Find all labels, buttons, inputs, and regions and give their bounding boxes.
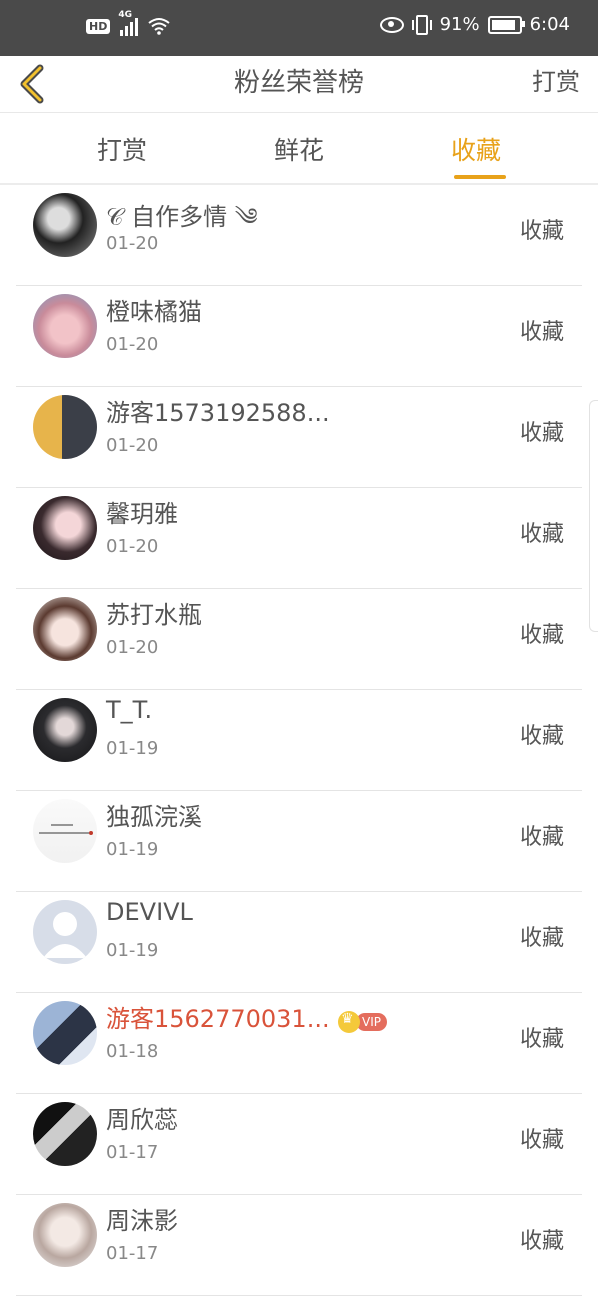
status-right: 91% 6:04 (379, 14, 570, 35)
action-label: 收藏 (519, 926, 564, 951)
action-label: 收藏 (519, 825, 564, 850)
list-item[interactable]: 苏打水瓶 01-20 收藏 (0, 589, 598, 690)
avatar[interactable] (33, 900, 97, 964)
status-bar: HD 4G 91% 6:04 (0, 0, 598, 56)
action-label: 收藏 (519, 320, 564, 345)
user-name: DEVIVL (106, 898, 193, 926)
avatar[interactable] (33, 193, 97, 257)
action-label: 收藏 (519, 421, 564, 446)
vip-label: VIP (356, 1013, 387, 1031)
avatar[interactable] (33, 395, 97, 459)
scroll-indicator (589, 400, 598, 632)
hd-badge: HD (86, 18, 111, 34)
avatar[interactable] (33, 1102, 97, 1166)
action-label: 收藏 (519, 724, 564, 749)
date-label: 01-20 (106, 233, 159, 254)
action-label: 收藏 (519, 623, 564, 648)
user-name: 周沫影 (106, 1207, 178, 1235)
avatar[interactable] (33, 799, 97, 863)
tab-label: 鲜花 (273, 136, 324, 165)
clock: 6:04 (529, 14, 570, 35)
tab-favorites[interactable]: 收藏 (416, 131, 536, 179)
date-label: 01-17 (106, 1142, 159, 1163)
action-label: 收藏 (519, 219, 564, 244)
active-tab-indicator (454, 175, 506, 179)
eye-comfort-icon (379, 16, 404, 33)
vip-badge: VIP (338, 1011, 387, 1033)
action-label: 收藏 (519, 522, 564, 547)
list-item[interactable]: 馨玥雅 01-20 收藏 (0, 488, 598, 589)
avatar[interactable] (33, 496, 97, 560)
date-label: 01-20 (106, 637, 159, 658)
list-item[interactable]: T_T. 01-19 收藏 (0, 690, 598, 791)
list-item[interactable]: 周沫影 01-17 收藏 (0, 1195, 598, 1296)
user-name: T_T. (106, 696, 153, 724)
vibrate-icon (411, 14, 432, 35)
battery-percent: 91% (439, 14, 480, 35)
user-name: 橙味橘猫 (106, 298, 202, 326)
avatar[interactable] (33, 698, 97, 762)
tab-bar: 打赏 鲜花 收藏 (0, 113, 598, 185)
date-label: 01-20 (106, 536, 159, 557)
date-label: 01-19 (106, 940, 159, 961)
tab-flowers[interactable]: 鲜花 (239, 131, 359, 167)
user-name: 游客1573192588... (106, 399, 330, 427)
date-label: 01-20 (106, 334, 159, 355)
user-name: 馨玥雅 (106, 500, 178, 528)
avatar[interactable] (33, 597, 97, 661)
date-label: 01-20 (106, 435, 159, 456)
user-name: 游客1562770031... (106, 1005, 330, 1033)
date-label: 01-19 (106, 839, 159, 860)
avatar[interactable] (33, 1001, 97, 1065)
user-name: 苏打水瓶 (106, 601, 202, 629)
avatar[interactable] (33, 1203, 97, 1267)
tab-label: 打赏 (96, 136, 147, 165)
text-image-icon (39, 824, 93, 835)
list-item[interactable]: DEVIVL 01-19 收藏 (0, 892, 598, 993)
action-label: 收藏 (519, 1229, 564, 1254)
default-person-icon (43, 912, 87, 958)
nav-bar: 粉丝荣誉榜 打赏 (0, 56, 598, 113)
wifi-icon (148, 18, 170, 35)
list-item[interactable]: 游客1573192588... 01-20 收藏 (0, 387, 598, 488)
status-left: HD 4G (86, 10, 170, 36)
action-label: 收藏 (519, 1128, 564, 1153)
reward-button[interactable]: 打赏 (532, 62, 580, 97)
battery-icon (487, 15, 525, 34)
user-name: 周欣蕊 (106, 1106, 178, 1134)
date-label: 01-19 (106, 738, 159, 759)
list-item[interactable]: 橙味橘猫 01-20 收藏 (0, 286, 598, 387)
network-type: 4G (118, 10, 132, 20)
list-item[interactable]: 独孤浣溪 01-19 收藏 (0, 791, 598, 892)
fan-list: 𝒞 自作多情 ༄ 01-20 收藏 橙味橘猫 01-20 收藏 游客1573192588..… (0, 185, 598, 1296)
page-title: 粉丝荣誉榜 (233, 68, 364, 98)
date-label: 01-17 (106, 1243, 159, 1264)
action-label: 收藏 (519, 1027, 564, 1052)
tab-label: 收藏 (450, 136, 501, 165)
list-item[interactable]: 周欣蕊 01-17 收藏 (0, 1094, 598, 1195)
crown-icon (338, 1011, 360, 1033)
list-item[interactable]: 𝒞 自作多情 ༄ 01-20 收藏 (0, 185, 598, 286)
user-name: 独孤浣溪 (106, 803, 202, 831)
signal-icon: 4G (118, 10, 139, 36)
tab-reward[interactable]: 打赏 (62, 131, 182, 167)
date-label: 01-18 (106, 1041, 159, 1062)
avatar[interactable] (33, 294, 97, 358)
list-item[interactable]: 游客1562770031... VIP 01-18 收藏 (0, 993, 598, 1094)
